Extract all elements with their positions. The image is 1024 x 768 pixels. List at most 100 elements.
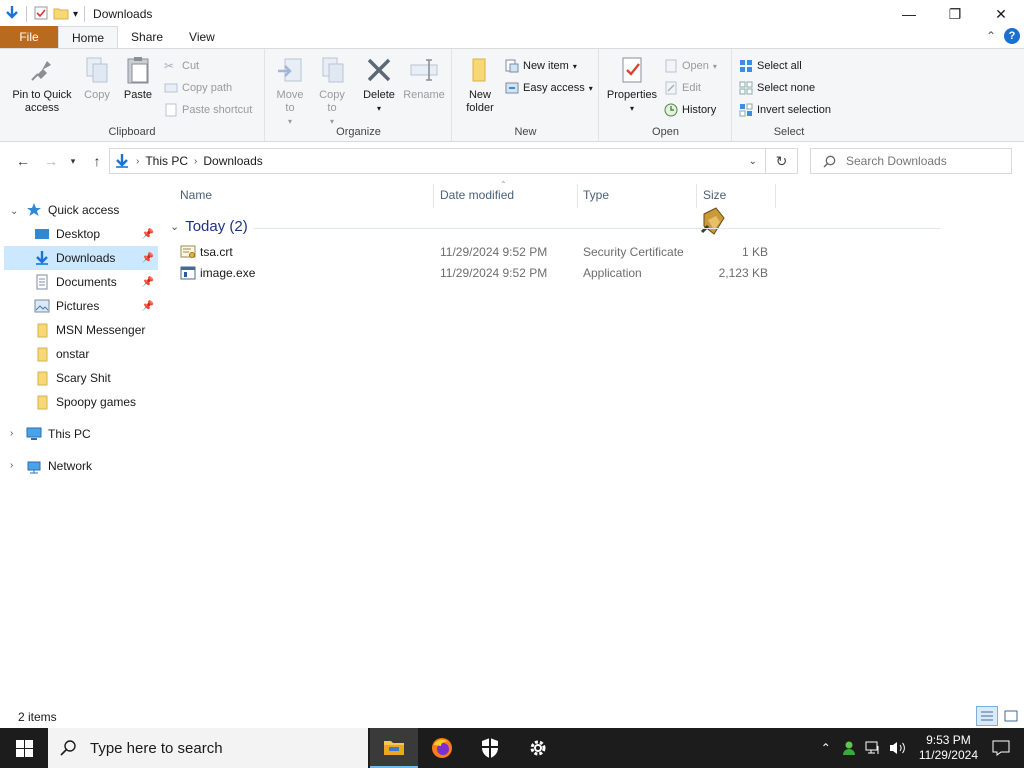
- nav-item-desktop[interactable]: Desktop 📌: [4, 222, 158, 246]
- column-header-name[interactable]: Name: [180, 188, 212, 204]
- copy-to-button[interactable]: Copy to ▾: [316, 55, 348, 128]
- back-arrow-icon[interactable]: ←: [12, 150, 34, 172]
- nav-item-msn-messenger[interactable]: MSN Messenger: [4, 318, 158, 342]
- forward-arrow-icon[interactable]: →: [40, 150, 62, 172]
- invert-selection-button[interactable]: Invert selection: [739, 101, 831, 119]
- large-icons-view-icon[interactable]: [1000, 706, 1022, 726]
- expand-ribbon-icon[interactable]: ⌃: [986, 29, 996, 43]
- folder-icon: [472, 58, 486, 82]
- column-divider[interactable]: [433, 184, 434, 208]
- customize-toolbar-icon[interactable]: ▾: [73, 9, 78, 20]
- tab-file[interactable]: File: [0, 26, 58, 48]
- breadcrumb-this-pc[interactable]: This PC: [145, 154, 188, 168]
- refresh-icon[interactable]: ↻: [766, 148, 798, 174]
- open-button[interactable]: Open ▾: [664, 57, 717, 75]
- user-status-icon[interactable]: [841, 740, 857, 756]
- nav-item-spoopy-games[interactable]: Spoopy games: [4, 390, 158, 414]
- maximize-button[interactable]: ❐: [932, 0, 978, 28]
- security-taskbar-button[interactable]: [466, 728, 514, 768]
- recent-locations-chevron-icon[interactable]: ▾: [62, 150, 84, 172]
- table-row[interactable]: tsa.crt 11/29/2024 9:52 PM Security Cert…: [176, 242, 776, 262]
- help-icon[interactable]: ?: [1004, 28, 1020, 44]
- tab-home[interactable]: Home: [58, 26, 119, 48]
- nav-item-documents[interactable]: Documents 📌: [4, 270, 158, 294]
- tab-view[interactable]: View: [176, 26, 228, 48]
- address-dropdown-icon[interactable]: ⌄: [749, 156, 757, 167]
- expand-chevron-icon[interactable]: ›: [10, 428, 13, 439]
- network-status-icon[interactable]: [865, 740, 881, 756]
- edit-icon: [665, 81, 677, 95]
- volume-icon[interactable]: [889, 740, 907, 756]
- delete-button[interactable]: Delete ▾: [362, 55, 396, 115]
- move-to-button[interactable]: Move to ▾: [274, 55, 306, 128]
- pin-icon[interactable]: 📌: [142, 301, 154, 312]
- details-view-icon[interactable]: [976, 706, 998, 726]
- cut-button[interactable]: ✂ Cut: [164, 57, 199, 75]
- minimize-button[interactable]: —: [886, 0, 932, 28]
- nav-network[interactable]: Network: [26, 454, 156, 478]
- up-arrow-icon[interactable]: ↑: [86, 150, 108, 172]
- nav-item-downloads[interactable]: Downloads 📌: [4, 246, 158, 270]
- select-all-button[interactable]: Select all: [739, 57, 802, 75]
- nav-item-onstar[interactable]: onstar: [4, 342, 158, 366]
- pin-icon: [31, 61, 51, 81]
- clipboard-group-label: Clipboard: [108, 126, 156, 138]
- paste-shortcut-button[interactable]: Paste shortcut: [164, 101, 252, 119]
- new-folder-label: New folder: [466, 89, 494, 114]
- delete-label: Delete: [363, 89, 395, 101]
- group-header-today[interactable]: ⌄ Today (2): [170, 218, 248, 235]
- pin-icon[interactable]: 📌: [142, 253, 154, 264]
- column-header-date[interactable]: Date modified: [440, 188, 514, 204]
- title-bar: ▾ Downloads — ❐ ✕: [0, 0, 1024, 28]
- column-header-type[interactable]: Type: [583, 188, 609, 204]
- new-folder-icon[interactable]: [53, 5, 69, 24]
- collapse-chevron-icon[interactable]: ⌄: [170, 220, 179, 233]
- file-type: Security Certificate: [583, 245, 684, 259]
- easy-access-button[interactable]: Easy access ▾: [505, 79, 593, 97]
- address-bar[interactable]: › This PC › Downloads ⌄: [109, 148, 766, 174]
- settings-taskbar-button[interactable]: [514, 728, 562, 768]
- nav-item-scary-shit[interactable]: Scary Shit: [4, 366, 158, 390]
- expand-chevron-icon[interactable]: ⌄: [10, 206, 18, 217]
- show-hidden-icons-chevron-icon[interactable]: ⌃: [821, 741, 831, 755]
- properties-button[interactable]: Properties ▾: [604, 55, 660, 115]
- nav-item-label: Spoopy games: [56, 395, 137, 409]
- select-none-button[interactable]: Select none: [739, 79, 815, 97]
- column-divider[interactable]: [696, 184, 697, 208]
- taskbar-search[interactable]: Type here to search: [48, 728, 368, 768]
- history-button[interactable]: History: [664, 101, 716, 119]
- breadcrumb-chevron-icon[interactable]: ›: [136, 156, 139, 167]
- paste-button[interactable]: Paste: [120, 55, 156, 102]
- start-button[interactable]: [0, 728, 48, 768]
- firefox-taskbar-button[interactable]: [418, 728, 466, 768]
- pin-to-quick-access-button[interactable]: Pin to Quick access: [8, 55, 76, 115]
- rename-icon: [410, 59, 438, 81]
- close-button[interactable]: ✕: [978, 0, 1024, 28]
- copy-path-button[interactable]: Copy path: [164, 79, 232, 97]
- pin-icon[interactable]: 📌: [142, 277, 154, 288]
- new-item-button[interactable]: New item ▾: [505, 57, 577, 75]
- table-row[interactable]: image.exe 11/29/2024 9:52 PM Application…: [176, 263, 776, 283]
- dragged-image-icon: [700, 207, 725, 235]
- new-folder-button[interactable]: New folder: [461, 55, 499, 115]
- notifications-icon[interactable]: [992, 740, 1010, 756]
- copy-button[interactable]: Copy: [80, 55, 114, 102]
- breadcrumb-chevron-icon[interactable]: ›: [194, 156, 197, 167]
- edit-button[interactable]: Edit: [664, 79, 701, 97]
- nav-item-pictures[interactable]: Pictures 📌: [4, 294, 158, 318]
- tab-share[interactable]: Share: [118, 26, 176, 48]
- expand-chevron-icon[interactable]: ›: [10, 460, 13, 471]
- column-divider[interactable]: [775, 184, 776, 208]
- file-explorer-taskbar-button[interactable]: [370, 728, 418, 768]
- nav-quick-access[interactable]: Quick access: [26, 198, 156, 222]
- column-header-size[interactable]: Size: [703, 188, 726, 204]
- clock[interactable]: 9:53 PM 11/29/2024: [919, 733, 978, 763]
- nav-this-pc[interactable]: This PC: [26, 422, 156, 446]
- file-date: 11/29/2024 9:52 PM: [440, 266, 548, 280]
- breadcrumb-downloads[interactable]: Downloads: [203, 154, 262, 168]
- properties-icon[interactable]: [33, 5, 49, 24]
- pin-icon[interactable]: 📌: [142, 229, 154, 240]
- rename-button[interactable]: Rename: [403, 55, 445, 102]
- search-box[interactable]: Search Downloads: [810, 148, 1012, 174]
- column-divider[interactable]: [577, 184, 578, 208]
